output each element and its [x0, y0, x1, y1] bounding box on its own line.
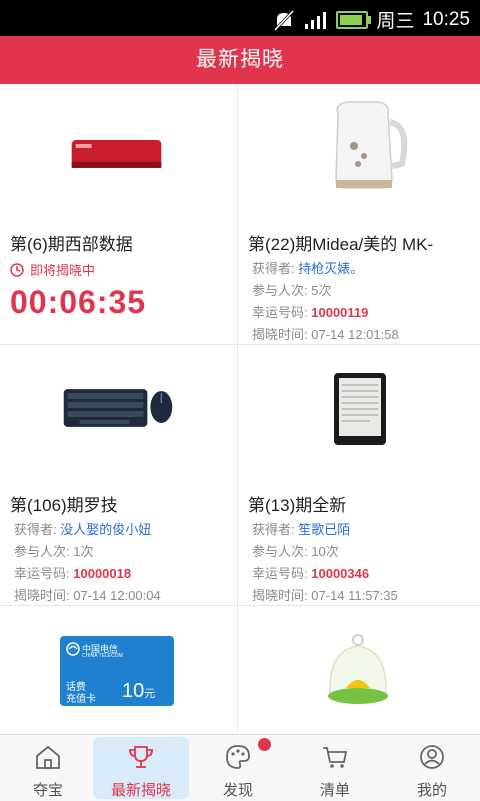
- tab-label: 清单: [319, 782, 350, 799]
- result-card-2[interactable]: 第(22)期Midea/美的 MK- 获得者: 持枪灭婊。 参与人次: 5次 幸…: [238, 84, 480, 345]
- card-unit: 元: [144, 688, 156, 700]
- home-icon: [36, 745, 60, 769]
- lucky-label: 幸运号码:: [252, 305, 308, 320]
- participants-label: 参与人次:: [252, 544, 308, 559]
- reveal-time-row: 揭晓时间: 07-14 12:01:58: [252, 324, 399, 343]
- result-card-3[interactable]: 第(106)期罗技 获得者: 没人娶的俊小妞 参与人次: 1次 幸运号码: 10…: [0, 345, 238, 606]
- time-label: 揭晓时间:: [252, 327, 308, 342]
- countdown-timer: 00:06:35: [10, 284, 147, 320]
- pending-label: 即将揭晓中: [30, 263, 96, 278]
- tab-discover[interactable]: 发现: [190, 735, 286, 801]
- winner-link[interactable]: 没人娶的俊小妞: [60, 522, 151, 537]
- participants-row: 参与人次: 1次: [14, 541, 93, 560]
- card-value: 10元: [122, 680, 155, 703]
- winner-label: 获得者:: [252, 522, 295, 537]
- participants-row: 参与人次: 10次: [252, 541, 339, 560]
- item-title: 第(106)期罗技: [10, 496, 118, 515]
- lucky-number: 10000119: [311, 305, 369, 320]
- winner-link[interactable]: 笙歌已陌: [298, 522, 350, 537]
- tab-label: 我的: [416, 782, 447, 799]
- winner-row: 获得者: 笙歌已陌: [252, 519, 350, 538]
- winner-label: 获得者:: [14, 522, 57, 537]
- item-title: 第(13)期全新: [248, 496, 347, 515]
- reveal-time: 07-14 12:00:04: [73, 588, 161, 603]
- winner-label: 获得者:: [252, 261, 295, 276]
- pending-status: 即将揭晓中: [10, 260, 95, 279]
- reveal-time-row: 揭晓时间: 07-14 12:00:04: [14, 585, 161, 604]
- lucky-label: 幸运号码:: [14, 566, 70, 581]
- clock-icon: [10, 262, 24, 277]
- status-time: 10:25: [422, 8, 470, 30]
- result-card-5[interactable]: 中国电信 CHINA TELECOM 话费 充值卡 10元: [0, 606, 238, 734]
- notification-muted-icon: [274, 9, 295, 31]
- tab-home[interactable]: 夺宝: [0, 735, 96, 801]
- trophy-icon: [129, 746, 153, 768]
- tab-label: 夺宝: [32, 782, 63, 799]
- signal-icon: [305, 11, 327, 29]
- status-day: 周三: [376, 11, 415, 32]
- card-label-2: 充值卡: [66, 694, 96, 705]
- winner-row: 获得者: 持枪灭婊。: [252, 258, 363, 277]
- notification-dot: [258, 738, 271, 751]
- time-label: 揭晓时间:: [14, 588, 70, 603]
- participants-value: 5次: [311, 283, 332, 298]
- cart-icon: [323, 747, 348, 768]
- palette-icon: [226, 745, 250, 769]
- winner-row: 获得者: 没人娶的俊小妞: [14, 519, 151, 538]
- tab-label: 最新揭晓: [110, 782, 171, 799]
- ereader-image: [334, 373, 386, 445]
- item-title: 第(22)期Midea/美的 MK-: [248, 235, 434, 254]
- participants-label: 参与人次:: [252, 283, 308, 298]
- tab-label: 发现: [222, 782, 253, 799]
- tab-cart[interactable]: 清单: [287, 735, 383, 801]
- kettle-image: [335, 101, 408, 189]
- participants-label: 参与人次:: [14, 544, 70, 559]
- lucky-number-row: 幸运号码: 10000119: [252, 302, 368, 321]
- lucky-number-row: 幸运号码: 10000346: [252, 563, 369, 582]
- result-card-1[interactable]: 第(6)期西部数据 即将揭晓中 00:06:35: [0, 84, 238, 345]
- user-icon: [420, 745, 444, 769]
- reveal-time: 07-14 12:01:58: [311, 327, 399, 342]
- result-card-6[interactable]: [238, 606, 480, 734]
- lucky-number: 10000018: [73, 566, 132, 581]
- lucky-number: 10000346: [311, 566, 370, 581]
- time-label: 揭晓时间:: [252, 588, 308, 603]
- battery-icon: [336, 10, 372, 29]
- keyboard-mouse-image: [63, 389, 173, 427]
- result-card-4[interactable]: 第(13)期全新 获得者: 笙歌已陌 参与人次: 10次 幸运号码: 10000…: [238, 345, 480, 606]
- winner-link[interactable]: 持枪灭婊。: [298, 261, 363, 276]
- tab-latest[interactable]: 最新揭晓: [93, 735, 189, 801]
- lucky-label: 幸运号码:: [252, 566, 308, 581]
- participants-value: 1次: [73, 544, 94, 559]
- lamp-image: [328, 634, 388, 704]
- card-value-number: 10: [122, 680, 145, 702]
- recharge-card-image: 中国电信 CHINA TELECOM 话费 充值卡 10元: [60, 636, 174, 706]
- status-bar: 周三 10:25: [0, 0, 480, 36]
- page-title: 最新揭晓: [0, 36, 480, 84]
- results-grid: 第(6)期西部数据 即将揭晓中 00:06:35 第(22)期Midea/美的 …: [0, 84, 480, 734]
- card-brand-en: CHINA TELECOM: [82, 653, 123, 659]
- reveal-time: 07-14 11:57:35: [311, 588, 398, 603]
- china-telecom-logo: [66, 642, 80, 656]
- hard-drive-image: [71, 140, 162, 168]
- bottom-tab-bar: 夺宝 最新揭晓 发现 清单 我的: [0, 734, 480, 801]
- lucky-number-row: 幸运号码: 10000018: [14, 563, 131, 582]
- participants-value: 10次: [311, 544, 339, 559]
- tab-mine[interactable]: 我的: [384, 735, 480, 801]
- participants-row: 参与人次: 5次: [252, 280, 331, 299]
- reveal-time-row: 揭晓时间: 07-14 11:57:35: [252, 585, 398, 604]
- item-title: 第(6)期西部数据: [10, 235, 133, 254]
